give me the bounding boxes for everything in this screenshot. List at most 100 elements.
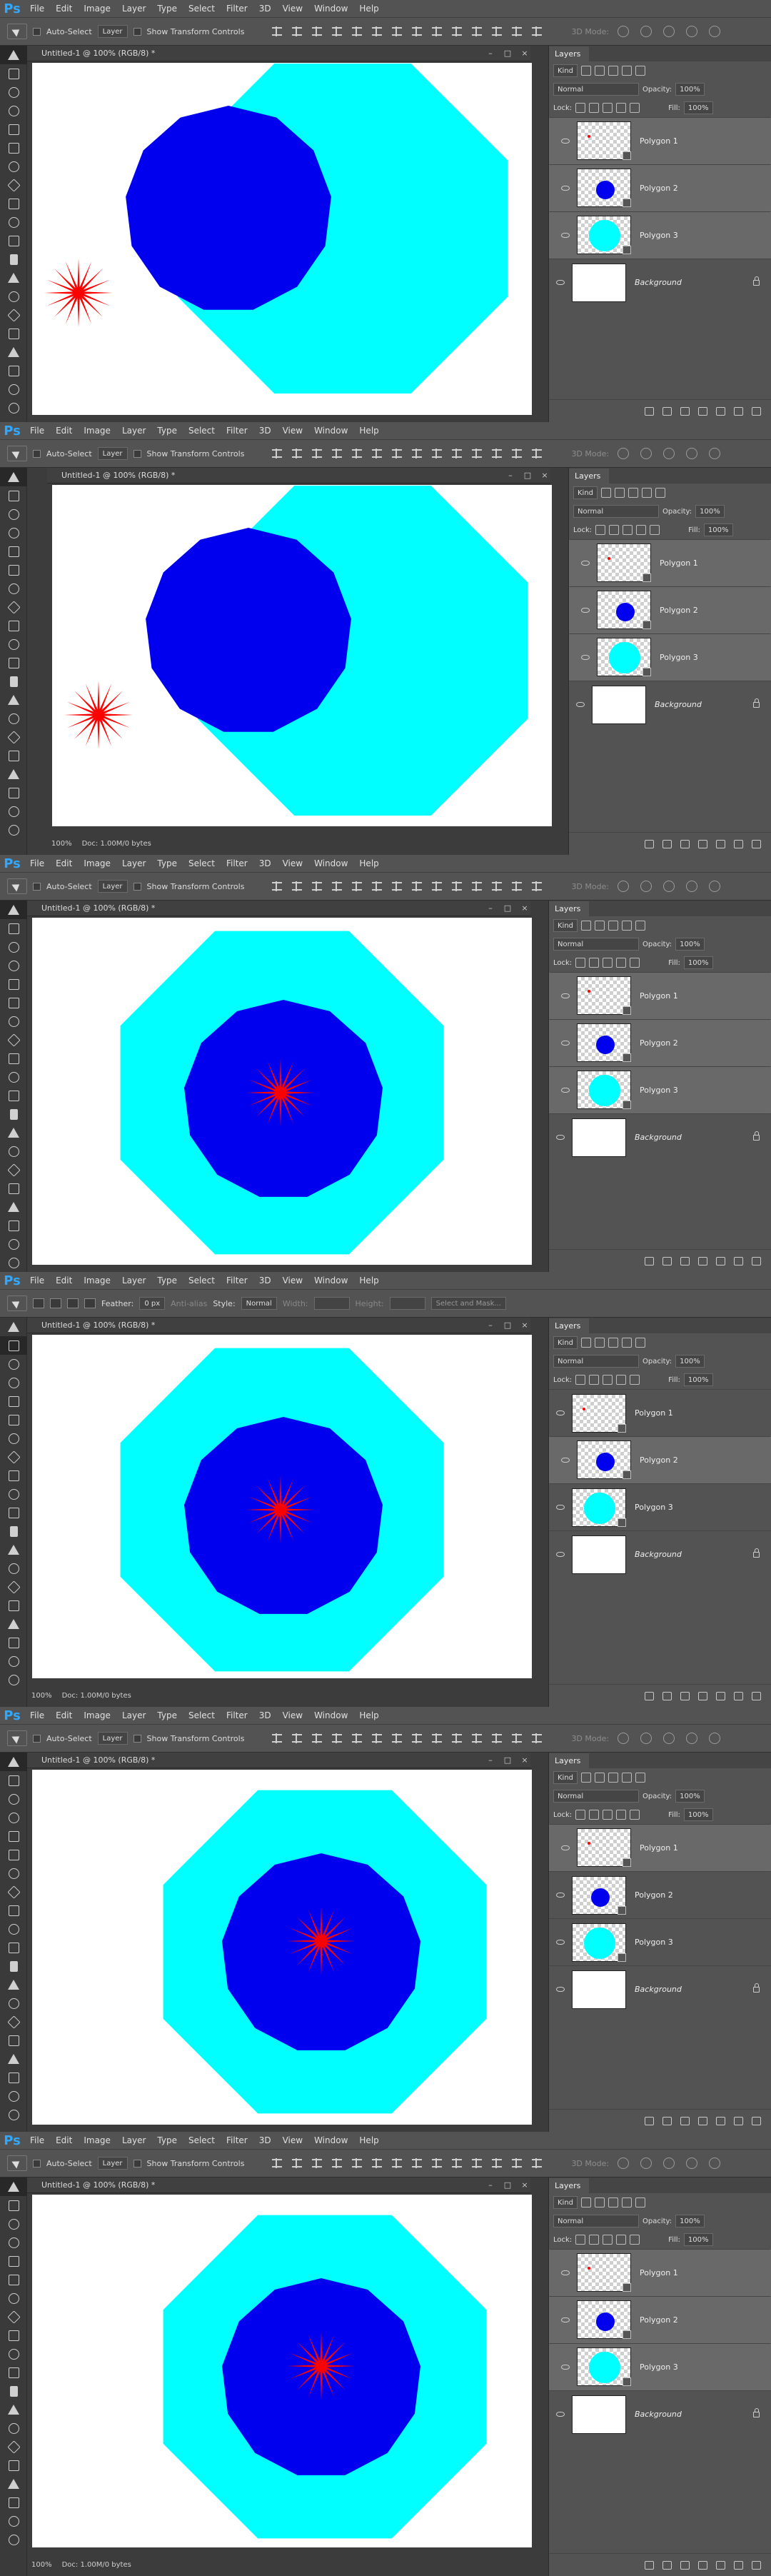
visibility-toggle[interactable] [554, 1087, 577, 1093]
filter-type-icon[interactable] [622, 66, 633, 76]
align-distribute-icon[interactable] [472, 2158, 483, 2168]
align-distribute-icon[interactable] [372, 881, 383, 891]
group-icon[interactable] [716, 406, 725, 416]
select-and-mask-button[interactable]: Select and Mask... [430, 1297, 506, 1310]
path-select-tool[interactable] [0, 2050, 27, 2068]
menu-item-help[interactable]: Help [353, 2135, 384, 2145]
3d-mode-icon[interactable] [640, 881, 652, 892]
selection-mode-icon[interactable] [84, 1298, 96, 1308]
blur-tool[interactable] [0, 269, 27, 287]
crop-tool[interactable] [0, 542, 27, 561]
3d-mode-icon[interactable] [709, 2157, 721, 2169]
path-select-tool[interactable] [0, 1615, 27, 1633]
layer-name[interactable]: Background [655, 700, 702, 709]
menu-item-layer[interactable]: Layer [116, 1276, 151, 1286]
move-tool-preset-icon[interactable] [7, 24, 27, 39]
align-distribute-icon[interactable] [352, 448, 363, 458]
gradient-tool[interactable] [0, 672, 27, 691]
shape-tool[interactable] [0, 2068, 27, 2087]
lock-option-icon[interactable] [589, 2235, 600, 2245]
filter-type-icon[interactable] [601, 488, 612, 498]
history-brush-tool[interactable] [0, 213, 27, 231]
menu-item-edit[interactable]: Edit [50, 1710, 78, 1720]
align-distribute-icon[interactable] [532, 881, 543, 891]
align-distribute-icon[interactable] [452, 2158, 463, 2168]
align-distribute-icon[interactable] [272, 26, 283, 36]
3d-mode-icon[interactable] [709, 448, 721, 459]
visibility-toggle[interactable] [554, 1457, 577, 1463]
layer-name[interactable]: Polygon 3 [635, 1503, 673, 1512]
group-icon[interactable] [716, 1691, 725, 1700]
blend-mode-dropdown[interactable]: Normal [553, 1790, 639, 1803]
shape-tool[interactable] [0, 2493, 27, 2512]
3d-mode-icon[interactable] [663, 2157, 675, 2169]
align-distribute-icon[interactable] [412, 2158, 423, 2168]
restore-button[interactable]: □ [502, 1320, 513, 1330]
align-distribute-icon[interactable] [492, 881, 503, 891]
minimize-button[interactable]: – [485, 2180, 496, 2190]
layer-row[interactable]: Background [549, 1965, 771, 2013]
hand-tool[interactable] [0, 802, 27, 821]
mask-icon[interactable] [680, 2116, 690, 2125]
visibility-toggle[interactable] [554, 232, 577, 238]
lasso-tool[interactable] [0, 1355, 27, 1373]
align-distribute-icon[interactable] [312, 2158, 323, 2168]
layer-name[interactable]: Background [635, 1550, 682, 1559]
3d-mode-icon[interactable] [663, 881, 675, 892]
visibility-toggle[interactable] [574, 654, 597, 660]
new-layer-icon[interactable] [734, 2116, 743, 2125]
dodge-tool[interactable] [0, 709, 27, 728]
brush-tool[interactable] [0, 1448, 27, 1466]
layer-row[interactable]: Background [569, 681, 771, 728]
menu-item-edit[interactable]: Edit [50, 4, 78, 14]
show-transform-checkbox[interactable] [133, 2159, 141, 2167]
visibility-toggle[interactable] [554, 1040, 577, 1046]
menu-item-window[interactable]: Window [308, 4, 353, 14]
layer-name[interactable]: Polygon 2 [635, 1890, 673, 1900]
document-tab[interactable]: Untitled-1 @ 100% (RGB/8) * – □ × [27, 1753, 530, 1768]
minimize-button[interactable]: – [485, 49, 496, 58]
align-distribute-icon[interactable] [392, 2158, 403, 2168]
align-distribute-icon[interactable] [472, 881, 483, 891]
eraser-tool[interactable] [0, 1503, 27, 1522]
align-distribute-icon[interactable] [292, 448, 303, 458]
align-distribute-icon[interactable] [492, 1733, 503, 1743]
document-canvas[interactable] [32, 63, 532, 415]
filter-type-icon[interactable] [615, 488, 625, 498]
align-distribute-icon[interactable] [352, 2158, 363, 2168]
align-distribute-icon[interactable] [332, 1733, 343, 1743]
filter-type-icon[interactable] [581, 66, 592, 76]
layer-row[interactable]: Polygon 1 [549, 117, 771, 164]
visibility-toggle[interactable] [569, 702, 592, 707]
menu-item-layer[interactable]: Layer [116, 858, 151, 868]
menu-item-help[interactable]: Help [353, 1276, 384, 1286]
layer-name[interactable]: Polygon 1 [635, 1408, 673, 1418]
menu-item-layer[interactable]: Layer [116, 1710, 151, 1720]
menu-item-image[interactable]: Image [78, 858, 116, 868]
document-tab[interactable]: Untitled-1 @ 100% (RGB/8) * – □ × [27, 46, 530, 61]
align-distribute-icon[interactable] [372, 448, 383, 458]
layer-name[interactable]: Background [635, 1133, 682, 1142]
lock-option-icon[interactable] [603, 2235, 613, 2245]
lock-option-icon[interactable] [630, 958, 640, 968]
layers-tab[interactable]: Layers [549, 2178, 590, 2193]
adjustment-icon[interactable] [698, 1691, 707, 1700]
polygon-1-star[interactable] [246, 1475, 315, 1544]
blur-tool[interactable] [0, 691, 27, 709]
kind-filter-dropdown[interactable]: Kind [553, 2196, 578, 2209]
opacity-input[interactable]: 100% [675, 1355, 705, 1368]
marquee-tool[interactable] [0, 919, 27, 938]
3d-mode-icon[interactable] [618, 26, 630, 37]
gradient-tool[interactable] [0, 1957, 27, 1975]
document-canvas[interactable] [32, 1335, 532, 1678]
eraser-tool[interactable] [0, 231, 27, 250]
selection-mode-icon[interactable] [50, 1298, 61, 1308]
fill-input[interactable]: 100% [683, 956, 713, 969]
visibility-toggle[interactable] [549, 1987, 572, 1992]
gradient-tool[interactable] [0, 2382, 27, 2400]
visibility-toggle[interactable] [554, 993, 577, 998]
3d-mode-icon[interactable] [686, 448, 698, 459]
filter-type-icon[interactable] [608, 921, 619, 931]
close-button[interactable]: × [519, 2180, 530, 2190]
restore-button[interactable]: □ [502, 2180, 513, 2190]
